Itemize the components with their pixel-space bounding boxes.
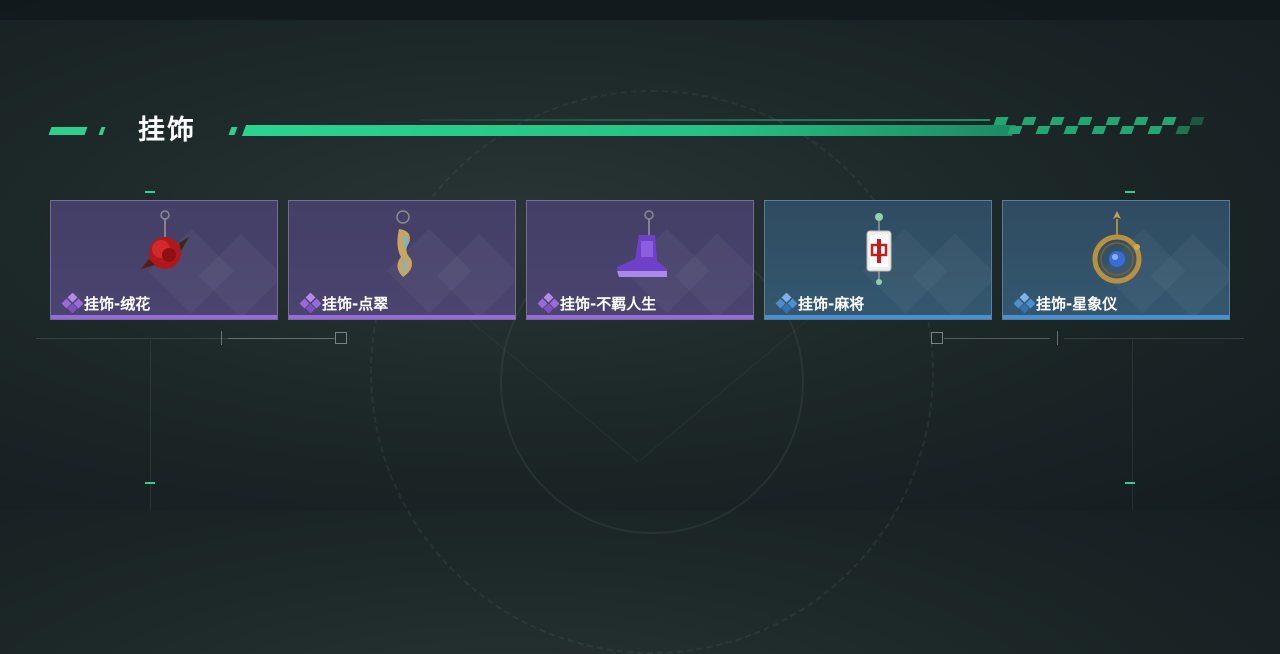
card-diamond-decoration [912, 233, 991, 319]
rarity-diamond-icon [1013, 293, 1035, 313]
top-bar [0, 0, 1280, 20]
astrolabe-charm-icon [1092, 211, 1142, 284]
frame-marker [1125, 191, 1135, 193]
ruler-tick [221, 331, 222, 345]
sneaker-charm-icon [617, 210, 667, 277]
card-label: 挂饰-绒花 [84, 295, 151, 313]
frame-marker [145, 482, 155, 484]
rarity-stripe [765, 315, 991, 319]
card-label: 挂饰-星象仪 [1036, 295, 1118, 313]
card-diamond-decoration [198, 233, 277, 319]
ruler-square [335, 332, 347, 344]
rarity-diamond-icon [775, 293, 797, 313]
ruler-line [228, 338, 334, 339]
rarity-stripe [1003, 315, 1229, 319]
ruler-line [1064, 338, 1244, 339]
phoenix-charm-icon [396, 210, 412, 277]
rose-charm-icon [141, 210, 189, 269]
card-diamond-decoration [436, 233, 515, 319]
card-diamond-decoration [1150, 233, 1229, 319]
rarity-stripe [527, 315, 753, 319]
rarity-diamond-icon [537, 293, 559, 313]
header-checker-pattern [993, 117, 1205, 135]
card-label: 挂饰-不羁人生 [560, 295, 657, 313]
ruler-tick [1057, 331, 1058, 345]
card-label: 挂饰-点翠 [322, 295, 389, 313]
rarity-diamond-icon [61, 293, 83, 313]
charm-card[interactable]: 挂饰-点翠 [288, 200, 516, 320]
rarity-diamond-icon [299, 293, 321, 313]
charm-card[interactable]: 挂饰-不羁人生 [526, 200, 754, 320]
mahjong-charm-icon [866, 213, 892, 285]
bg-vertical-line [1132, 340, 1133, 510]
ruler-line [944, 338, 1050, 339]
header-accent-dash [48, 127, 88, 135]
section-title: 挂饰 [138, 115, 196, 146]
header-accent-dash [228, 127, 238, 135]
charm-card[interactable]: 挂饰-星象仪 [1002, 200, 1230, 320]
rarity-stripe [289, 315, 515, 319]
card-label: 挂饰-麻将 [798, 295, 865, 313]
ruler-square [931, 332, 943, 344]
rarity-stripe [51, 315, 277, 319]
frame-marker [1125, 482, 1135, 484]
header-accent-bar [241, 125, 1017, 136]
frame-marker [145, 191, 155, 193]
charm-card[interactable]: 挂饰-绒花 [50, 200, 278, 320]
card-diamond-decoration [674, 233, 753, 319]
charm-card[interactable]: 挂饰-麻将 [764, 200, 992, 320]
header-accent-dash [98, 127, 106, 135]
bg-vertical-line [150, 340, 151, 510]
header-thin-line [420, 119, 990, 121]
